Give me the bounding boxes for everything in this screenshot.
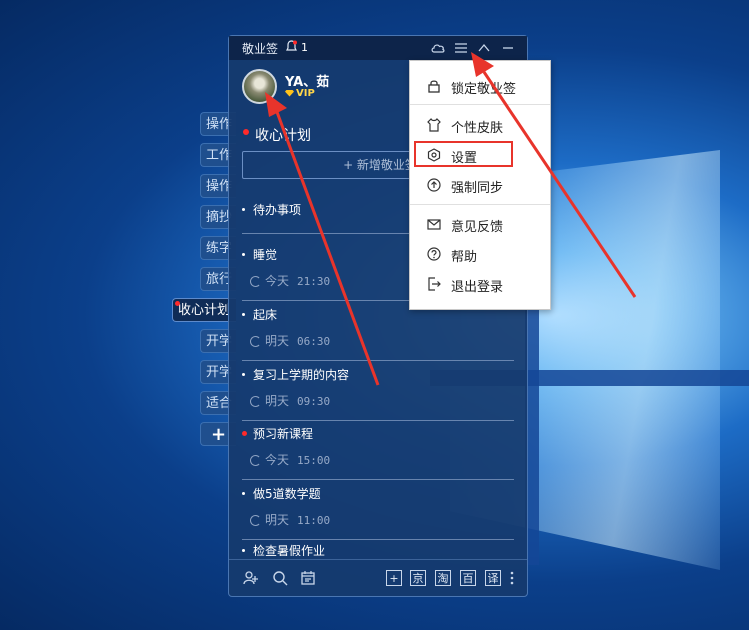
menu-item-label: 退出登录 — [451, 280, 504, 295]
notification-count: 1 — [301, 41, 308, 54]
cloud-icon[interactable] — [430, 40, 446, 56]
jingdong-shortcut[interactable]: 京 — [410, 570, 426, 586]
bullet — [242, 549, 245, 552]
note-reminder: 明天 06:30 — [250, 332, 330, 349]
add-note-small-button[interactable]: + — [386, 570, 402, 586]
list-title: 收心计划 — [255, 128, 311, 144]
note-reminder: 今天 15:00 — [250, 451, 330, 468]
menu-separator — [410, 204, 550, 205]
bell-icon[interactable] — [286, 40, 297, 53]
translate-shortcut[interactable]: 译 — [485, 570, 501, 586]
note-title: 待办事项 — [253, 203, 302, 217]
note-title: 做5道数学题 — [253, 487, 321, 501]
note-title: 复习上学期的内容 — [253, 368, 350, 382]
note-reminder: 今天 21:30 — [250, 272, 330, 289]
menu-item-skin[interactable]: 个性皮肤 — [410, 111, 550, 139]
more-icon[interactable] — [508, 570, 516, 586]
menu-item-logout[interactable]: 退出登录 — [410, 270, 550, 298]
side-tab-active[interactable]: 收心计划 — [172, 298, 236, 322]
calendar-icon[interactable] — [300, 570, 316, 586]
menu-item-label: 意见反馈 — [451, 220, 504, 235]
diamond-icon — [285, 89, 294, 97]
menu-item-label: 锁定敬业签 — [451, 82, 517, 97]
bullet — [242, 208, 245, 211]
bottom-toolbar: + 京 淘 百 译 — [229, 559, 527, 596]
app-title: 敬业签 — [242, 42, 279, 56]
bullet — [242, 373, 245, 376]
note-reminder: 明天 09:30 — [250, 392, 330, 409]
taobao-shortcut[interactable]: 淘 — [435, 570, 451, 586]
sync-up-icon — [427, 178, 441, 192]
title-bar[interactable]: 敬业签 1 — [229, 36, 527, 60]
repeat-icon — [250, 515, 261, 526]
unread-dot — [175, 301, 180, 306]
menu-item-feedback[interactable]: 意见反馈 — [410, 210, 550, 238]
note-title: 睡觉 — [253, 248, 278, 262]
collapse-icon[interactable] — [476, 40, 492, 56]
menu-separator — [410, 104, 550, 105]
repeat-icon — [250, 336, 261, 347]
contacts-icon[interactable] — [243, 570, 259, 586]
repeat-icon — [250, 276, 261, 287]
menu-item-label: 帮助 — [451, 250, 478, 265]
divider — [242, 420, 514, 421]
bullet — [242, 313, 245, 316]
menu-item-help[interactable]: 帮助 — [410, 240, 550, 268]
repeat-icon — [250, 396, 261, 407]
menu-item-label: 强制同步 — [451, 181, 504, 196]
divider — [242, 539, 514, 540]
minimize-icon[interactable] — [500, 40, 516, 56]
avatar[interactable] — [242, 69, 277, 104]
menu-icon[interactable] — [453, 40, 469, 56]
menu-item-lock[interactable]: 锁定敬业签 — [410, 72, 550, 100]
logout-icon — [428, 277, 441, 291]
bullet — [242, 492, 245, 495]
important-dot — [242, 431, 247, 436]
note-title: 检查暑假作业 — [253, 544, 326, 556]
help-icon — [427, 247, 441, 261]
menu-item-sync[interactable]: 强制同步 — [410, 171, 550, 199]
note-item-partial[interactable]: 检查暑假作业 — [242, 542, 514, 556]
shirt-icon — [427, 118, 441, 132]
lock-icon — [428, 80, 440, 93]
list-indicator-dot — [243, 129, 249, 135]
main-menu: 锁定敬业签 个性皮肤 设置 强制同步 意见反馈 帮助 退出登录 — [409, 60, 551, 310]
note-reminder: 明天 11:00 — [250, 511, 330, 528]
baidu-shortcut[interactable]: 百 — [460, 570, 476, 586]
note-title: 预习新课程 — [253, 427, 314, 441]
repeat-icon — [250, 455, 261, 466]
divider — [242, 360, 514, 361]
divider — [242, 479, 514, 480]
settings-highlight-box — [414, 141, 513, 167]
note-title: 起床 — [253, 308, 278, 322]
menu-item-label: 个性皮肤 — [451, 121, 504, 136]
mail-icon — [427, 219, 441, 230]
vip-badge: VIP — [285, 88, 315, 99]
bullet — [242, 253, 245, 256]
search-icon[interactable] — [272, 570, 288, 586]
